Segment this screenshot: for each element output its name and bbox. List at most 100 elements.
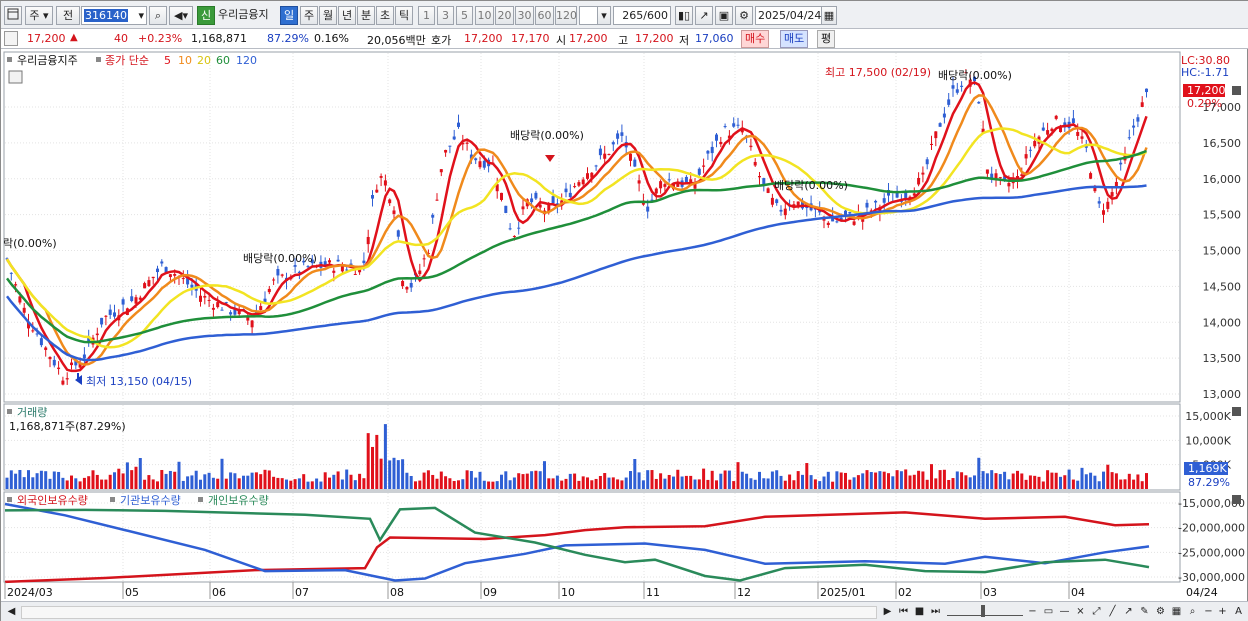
dividend-label-2: 배당락(0.00%) [243,252,317,265]
calendar-icon[interactable]: ▦ [821,6,837,25]
period-tick[interactable]: 틱 [395,6,413,25]
legend-ma-type: 종가 단순 [105,54,149,67]
speaker-button[interactable]: ◀▾ [169,6,193,25]
volume-current-tag-text: 1,169K [1188,462,1227,475]
grid-toggle-icon[interactable] [8,70,23,84]
chart-icon[interactable]: ▭ [1041,604,1056,620]
stock-code-value: 316140 [84,9,128,22]
interval-dropdown[interactable]: ▾ [597,6,611,25]
stock-chart[interactable]: 우리금융지주 종가 단순 5 10 20 60 120 최고 17,500 (0… [3,51,1247,601]
date-tick: 09 [483,586,497,599]
volume-ratio: 87.29% [267,32,309,45]
price-tick: 13,500 [1203,352,1242,365]
compare-icon[interactable]: ↗ [695,6,713,25]
hc-label: HC:-1.71 [1181,66,1229,79]
legend-individual: 개인보유수량 [208,494,269,507]
rewind-icon[interactable]: ⏮ [896,604,911,620]
price-tick: 15,000 [1203,245,1242,258]
minute-30[interactable]: 30 [515,6,534,25]
low-label: 저 [679,34,690,47]
period-minute[interactable]: 분 [357,6,375,25]
stop-icon[interactable]: ■ [912,604,927,620]
sell-button[interactable]: 매도 [780,30,809,48]
quote-bar: 17,200 ▲ 40 +0.23% 1,168,871 87.29% 0.16… [1,29,1248,49]
buy-button[interactable]: 매수 [741,30,770,48]
forward-icon[interactable]: ⏭ [928,604,943,620]
crossline-icon[interactable]: ⨯ [1073,604,1088,620]
period-year[interactable]: 년 [338,6,356,25]
dash-icon[interactable]: — [1057,604,1072,620]
price-tick: 16,500 [1203,137,1242,150]
minus-icon[interactable]: − [1025,604,1040,620]
pen-icon[interactable]: ✎ [1137,604,1152,620]
chart-area[interactable]: 우리금융지주 종가 단순 5 10 20 60 120 최고 17,500 (0… [3,51,1247,601]
scrollbar-track[interactable] [21,606,877,619]
period-day[interactable]: 일 [280,6,298,25]
legend-ma10: 10 [178,54,192,67]
bid-price-1: 17,200 [464,32,503,45]
turnover-rate: 0.16% [314,32,349,45]
price-tick: 14,500 [1203,280,1242,293]
price-change: 40 [114,32,128,45]
scope-select[interactable]: 전 [56,6,80,25]
minute-60[interactable]: 60 [535,6,554,25]
price-panel-close-icon[interactable] [1232,86,1241,95]
date-tick: 07 [295,586,309,599]
high-annotation: 최고 17,500 (02/19) [825,66,931,79]
legend-stock-name: 우리금융지주 [17,54,78,67]
stock-code-input[interactable]: 316140 ▾ [81,6,147,25]
evaluate-button[interactable]: 평 [817,30,836,48]
current-pct-tag: 0.29% [1187,97,1222,110]
minute-5[interactable]: 5 [456,6,473,25]
speaker-icon: ◀▾ [174,9,188,22]
period-second[interactable]: 초 [376,6,394,25]
draw-line-icon[interactable]: ╱ [1105,604,1120,620]
minute-20[interactable]: 20 [495,6,514,25]
minute-3[interactable]: 3 [437,6,454,25]
period-week[interactable]: 주 [300,6,318,25]
bid-price-2: 17,170 [511,32,550,45]
open-label: 시 [556,34,567,47]
stock-name: 우리금융지 [218,8,269,21]
draw-tool-icon[interactable]: ↗ [1121,604,1136,620]
zoom-slider-handle[interactable] [981,605,985,617]
date-input[interactable]: 2025/04/24 [755,6,823,25]
play-icon[interactable]: ▶ [880,604,895,620]
volume-panel-close-icon[interactable] [1232,407,1241,416]
minus-zoom-icon[interactable]: − [1201,604,1216,620]
price-axis: 17,00016,50016,00015,50015,00014,50014,0… [1203,101,1242,401]
current-date-label: 04/24 [1186,586,1218,599]
zoom-icon[interactable]: ⌕ [1185,604,1200,620]
minute-10[interactable]: 10 [475,6,494,25]
holdings-tick: -25,000,000 [1178,546,1245,559]
gear-icon[interactable]: ⚙ [735,6,753,25]
candle-icon[interactable]: ▮▯ [675,6,693,25]
holdings-tick: -20,000,000 [1178,522,1245,535]
trend-icon[interactable]: ⤢ [1089,604,1104,620]
period-month[interactable]: 월 [319,6,337,25]
minute-1[interactable]: 1 [418,6,435,25]
minute-120[interactable]: 120 [555,6,577,25]
zoom-slider[interactable] [947,608,1023,616]
chart-type-icon[interactable] [4,6,22,25]
market-select[interactable]: 주 ▾ [25,6,53,25]
count-input[interactable]: 265/600 [613,6,671,25]
current-price-tag-text: 17,200 [1187,84,1226,97]
scope-label: 전 [62,9,74,22]
search-button[interactable]: ⌕ [149,6,167,25]
save-icon[interactable]: ▣ [715,6,733,25]
font-size-icon[interactable]: A [1231,604,1246,620]
volume-title: 거래량 [17,406,47,419]
date-tick: 2024/03 [7,586,53,599]
holdings-panel-close-icon[interactable] [1232,495,1241,504]
grid-icon[interactable]: ▦ [1169,604,1184,620]
date-tick: 10 [561,586,575,599]
scroll-left-icon[interactable]: ◀ [4,604,19,620]
price-change-pct: +0.23% [138,32,183,45]
tool-gear-icon[interactable]: ⚙ [1153,604,1168,620]
quote-toggle-button[interactable] [4,31,18,46]
date-tick: 02 [898,586,912,599]
price-tick: 13,000 [1203,388,1242,401]
plus-zoom-icon[interactable]: + [1215,604,1230,620]
trade-amount: 20,056백만 [367,34,426,47]
